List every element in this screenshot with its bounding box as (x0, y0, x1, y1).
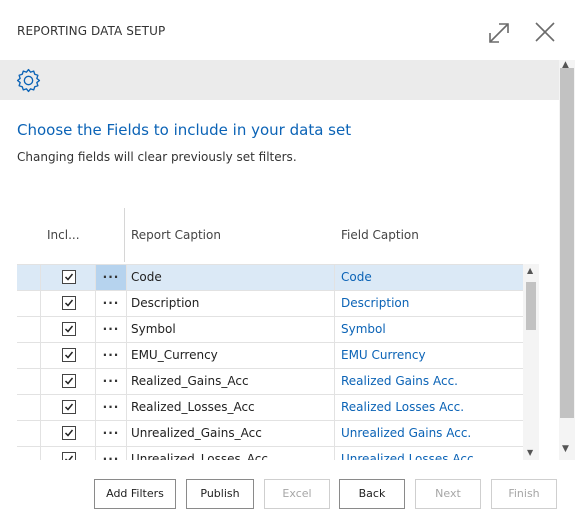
include-cell (41, 343, 96, 368)
report-caption-cell: Realized_Losses_Acc (127, 395, 335, 420)
row-selector[interactable] (17, 317, 41, 342)
row-selector[interactable] (17, 343, 41, 368)
checkmark-icon (64, 403, 74, 411)
scroll-down-icon[interactable]: ▼ (527, 448, 533, 457)
row-menu-button[interactable]: ··· (96, 421, 127, 446)
field-caption-link[interactable]: EMU Currency (336, 343, 523, 368)
table-row[interactable]: ··· Code Code (17, 264, 523, 290)
field-caption-link[interactable]: Symbol (336, 317, 523, 342)
field-caption-link[interactable]: Description (336, 291, 523, 316)
close-icon[interactable] (533, 20, 557, 44)
table-row[interactable]: ··· Description Description (17, 290, 523, 316)
row-menu-button[interactable]: ··· (96, 395, 127, 420)
checkmark-icon (64, 325, 74, 333)
row-selector[interactable] (17, 421, 41, 446)
table-row[interactable]: ··· Unrealized_Losses_Acc Unrealized Los… (17, 446, 523, 460)
dialog-titlebar: REPORTING DATA SETUP (0, 0, 575, 60)
table-row[interactable]: ··· EMU_Currency EMU Currency (17, 342, 523, 368)
include-cell (41, 421, 96, 446)
dialog-title: REPORTING DATA SETUP (17, 24, 166, 38)
checkmark-icon (64, 299, 74, 307)
include-cell (41, 447, 96, 460)
field-caption-link[interactable]: Code (336, 265, 523, 290)
row-menu-button[interactable]: ··· (96, 343, 127, 368)
expand-icon[interactable] (486, 20, 512, 46)
action-bar (0, 60, 559, 100)
row-menu-button[interactable]: ··· (96, 265, 127, 290)
table-row[interactable]: ··· Realized_Losses_Acc Realized Losses … (17, 394, 523, 420)
include-cell (41, 369, 96, 394)
row-selector[interactable] (17, 395, 41, 420)
report-caption-cell: Code (127, 265, 335, 290)
row-menu-button[interactable]: ··· (96, 369, 127, 394)
include-checkbox[interactable] (62, 322, 76, 336)
scroll-up-icon[interactable]: ▲ (527, 266, 533, 275)
checkmark-icon (64, 273, 74, 281)
report-caption-cell: Unrealized_Gains_Acc (127, 421, 335, 446)
finish-button[interactable]: Finish (491, 479, 557, 509)
row-selector[interactable] (17, 447, 41, 460)
checkmark-icon (64, 455, 74, 460)
include-checkbox[interactable] (62, 426, 76, 440)
grid-scrollbar-thumb[interactable] (526, 282, 536, 330)
dialog-scrollbar-thumb[interactable] (560, 68, 574, 418)
report-caption-cell: Description (127, 291, 335, 316)
publish-button[interactable]: Publish (186, 479, 254, 509)
grid-scrollbar[interactable]: ▲ ▼ (523, 264, 539, 460)
table-row[interactable]: ··· Unrealized_Gains_Acc Unrealized Gain… (17, 420, 523, 446)
report-caption-cell: EMU_Currency (127, 343, 335, 368)
include-checkbox[interactable] (62, 452, 76, 460)
checkmark-icon (64, 377, 74, 385)
include-checkbox[interactable] (62, 348, 76, 362)
scroll-down-icon[interactable]: ▼ (562, 444, 569, 454)
field-caption-link[interactable]: Unrealized Losses Acc. (336, 447, 523, 460)
checkmark-icon (64, 351, 74, 359)
row-selector[interactable] (17, 291, 41, 316)
next-button[interactable]: Next (415, 479, 481, 509)
row-menu-button[interactable]: ··· (96, 291, 127, 316)
field-caption-link[interactable]: Unrealized Gains Acc. (336, 421, 523, 446)
report-caption-cell: Unrealized_Losses_Acc (127, 447, 335, 460)
back-button[interactable]: Back (339, 479, 405, 509)
section-subtext: Changing fields will clear previously se… (17, 150, 297, 164)
gear-icon[interactable] (16, 68, 41, 93)
row-selector[interactable] (17, 369, 41, 394)
checkmark-icon (64, 429, 74, 437)
row-selector[interactable] (17, 265, 41, 290)
field-caption-link[interactable]: Realized Losses Acc. (336, 395, 523, 420)
row-menu-button[interactable]: ··· (96, 447, 127, 460)
row-menu-button[interactable]: ··· (96, 317, 127, 342)
section-heading: Choose the Fields to include in your dat… (17, 121, 352, 139)
include-checkbox[interactable] (62, 400, 76, 414)
include-cell (41, 265, 96, 290)
include-checkbox[interactable] (62, 374, 76, 388)
dialog-scrollbar[interactable]: ▲ ▼ (559, 60, 575, 460)
include-cell (41, 317, 96, 342)
include-checkbox[interactable] (62, 296, 76, 310)
report-caption-cell: Symbol (127, 317, 335, 342)
include-cell (41, 395, 96, 420)
add-filters-button[interactable]: Add Filters (94, 479, 176, 509)
table-row[interactable]: ··· Realized_Gains_Acc Realized Gains Ac… (17, 368, 523, 394)
excel-button[interactable]: Excel (264, 479, 330, 509)
report-caption-cell: Realized_Gains_Acc (127, 369, 335, 394)
include-cell (41, 291, 96, 316)
fields-grid-body: ··· Code Code ··· Description Descriptio… (17, 264, 523, 460)
include-checkbox[interactable] (62, 270, 76, 284)
column-divider (124, 208, 125, 262)
table-row[interactable]: ··· Symbol Symbol (17, 316, 523, 342)
field-caption-link[interactable]: Realized Gains Acc. (336, 369, 523, 394)
